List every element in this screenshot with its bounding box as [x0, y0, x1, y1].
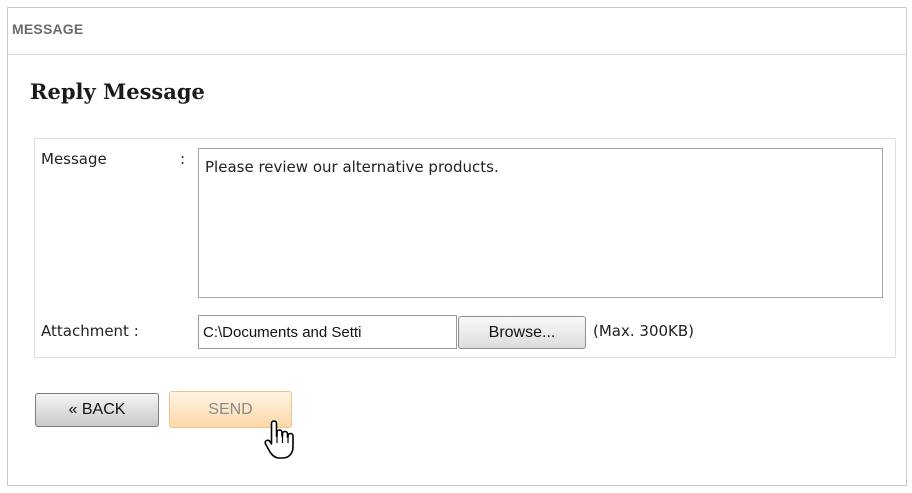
attachment-size-note: (Max. 300KB) [593, 322, 695, 340]
message-textarea[interactable]: Please review our alternative products. [198, 148, 883, 298]
page-title: Reply Message [30, 79, 205, 104]
browse-button[interactable]: Browse... [458, 316, 586, 349]
message-label: Message [41, 150, 107, 168]
back-button[interactable]: « BACK [35, 393, 159, 427]
panel-header-title: MESSAGE [12, 21, 84, 37]
attachment-file-path[interactable]: C:\Documents and Setti [198, 315, 457, 349]
attachment-label: Attachment : [41, 322, 139, 340]
panel-header: MESSAGE [8, 8, 906, 55]
hand-pointer-icon [264, 420, 294, 459]
message-colon: : [180, 150, 186, 168]
